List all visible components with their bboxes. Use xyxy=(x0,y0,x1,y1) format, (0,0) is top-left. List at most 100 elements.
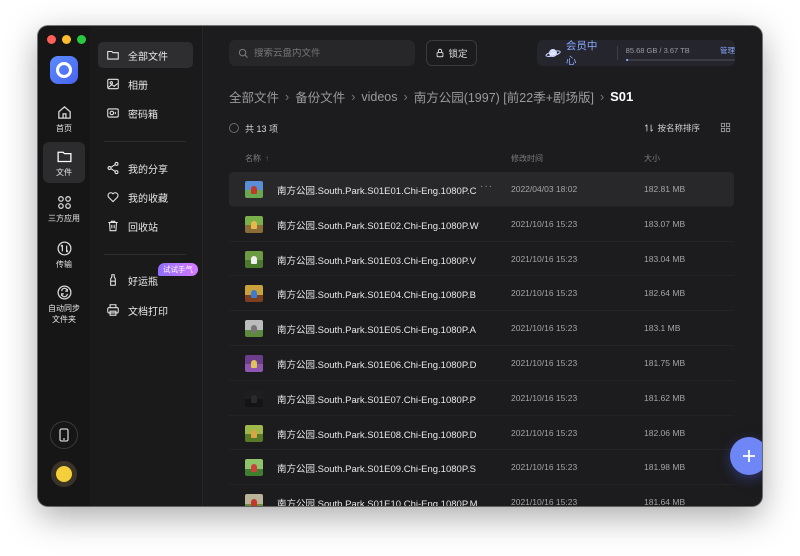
file-size: 181.75 MB xyxy=(644,357,686,368)
more-options-icon[interactable]: ··· xyxy=(480,181,493,192)
breadcrumb-item[interactable]: videos xyxy=(361,90,397,104)
table-row[interactable]: 南方公园.South.Park.S01E10.Chi-Eng.1080P.M 20… xyxy=(229,485,734,506)
breadcrumb-item[interactable]: 南方公园(1997) [前22季+剧场版] xyxy=(414,87,594,106)
breadcrumb-item[interactable]: 全部文件 xyxy=(229,87,279,106)
storage-progress-fill xyxy=(625,59,629,61)
vip-center-label: 会员中心 xyxy=(565,40,598,67)
sidebar-item-print[interactable]: 文档打印 xyxy=(98,297,193,323)
sidebar-item-favorites[interactable]: 我的收藏 xyxy=(98,184,193,210)
table-row[interactable]: 南方公园.South.Park.S01E01.Chi-Eng.1080P.C ··… xyxy=(229,172,734,207)
phone-icon xyxy=(59,428,69,442)
item-count: 共 13 项 xyxy=(245,123,279,134)
file-size: 183.04 MB xyxy=(644,253,686,264)
column-header-size[interactable]: 大小 xyxy=(644,153,660,164)
video-thumbnail xyxy=(245,424,263,442)
file-name[interactable]: 南方公园.South.Park.S01E04.Chi-Eng.1080P.B xyxy=(277,287,479,301)
zoom-window-button[interactable] xyxy=(77,35,86,44)
video-thumbnail xyxy=(245,459,263,477)
table-row[interactable]: 南方公园.South.Park.S01E09.Chi-Eng.1080P.S 20… xyxy=(229,450,734,486)
file-size: 181.62 MB xyxy=(644,392,686,403)
rail-item-files[interactable]: 文件 xyxy=(43,142,85,183)
file-name[interactable]: 南方公园.South.Park.S01E01.Chi-Eng.1080P.C xyxy=(277,183,479,197)
column-header-mtime[interactable]: 修改时间 xyxy=(511,153,543,164)
add-button[interactable] xyxy=(730,437,762,475)
folder-icon xyxy=(107,50,119,60)
home-icon xyxy=(57,105,71,119)
sidebar-item-my-shares[interactable]: 我的分享 xyxy=(98,155,193,181)
search-box[interactable] xyxy=(229,40,415,66)
select-all-checkbox[interactable] xyxy=(229,123,239,133)
rail-item-apps[interactable]: 三方应用 xyxy=(43,188,85,229)
app-logo xyxy=(50,56,78,84)
mobile-device-button[interactable] xyxy=(50,421,78,449)
try-luck-badge[interactable]: 试试手气 xyxy=(158,263,198,276)
sidebar-item-photos[interactable]: 相册 xyxy=(98,71,193,97)
sidebar: 全部文件 相册 密码箱 我的分享 我的收藏 回收站 好运瓶 试试手气 文档打印 xyxy=(90,26,203,506)
table-row[interactable]: 南方公园.South.Park.S01E07.Chi-Eng.1080P.P 20… xyxy=(229,381,734,416)
file-modified-time: 2021/10/16 15:23 xyxy=(511,218,578,229)
table-row[interactable]: 南方公园.South.Park.S01E02.Chi-Eng.1080P.W 20… xyxy=(229,207,734,242)
file-size: 183.1 MB xyxy=(644,323,681,334)
file-name[interactable]: 南方公园.South.Park.S01E10.Chi-Eng.1080P.M xyxy=(277,496,479,506)
sidebar-item-all-files[interactable]: 全部文件 xyxy=(98,42,193,68)
rail-item-transfer[interactable]: 传输 xyxy=(43,234,85,275)
apps-icon xyxy=(57,196,71,209)
table-row[interactable]: 南方公园.South.Park.S01E03.Chi-Eng.1080P.V 20… xyxy=(229,242,734,277)
file-modified-time: 2021/10/16 15:23 xyxy=(511,253,578,264)
sync-folder-icon xyxy=(56,285,72,300)
close-window-button[interactable] xyxy=(47,35,56,44)
file-size: 182.06 MB xyxy=(644,427,686,438)
table-row[interactable]: 南方公园.South.Park.S01E05.Chi-Eng.1080P.A 20… xyxy=(229,311,734,346)
file-name[interactable]: 南方公园.South.Park.S01E08.Chi-Eng.1080P.D xyxy=(277,427,479,441)
rail-item-label: 传输 xyxy=(56,260,72,269)
breadcrumb-separator: › xyxy=(351,89,356,104)
table-row[interactable]: 南方公园.South.Park.S01E04.Chi-Eng.1080P.B 20… xyxy=(229,276,734,312)
table-row[interactable]: 南方公园.South.Park.S01E08.Chi-Eng.1080P.D 20… xyxy=(229,416,734,451)
sort-icon xyxy=(645,124,654,132)
grid-view-icon[interactable] xyxy=(720,122,731,133)
video-thumbnail xyxy=(245,285,263,303)
rail-item-label: 文件 xyxy=(56,168,72,177)
photo-icon xyxy=(107,78,119,90)
file-name[interactable]: 南方公园.South.Park.S01E06.Chi-Eng.1080P.D xyxy=(277,357,479,371)
sidebar-item-label: 文档打印 xyxy=(128,306,168,318)
file-name[interactable]: 南方公园.South.Park.S01E07.Chi-Eng.1080P.P xyxy=(277,392,479,406)
main-panel: 锁定 会员中心 85.68 GB / 3.67 TB 管理 全部文件 › 备份文件… xyxy=(203,26,762,506)
transfer-icon xyxy=(56,241,72,256)
video-thumbnail xyxy=(245,494,263,506)
storage-text: 85.68 GB / 3.67 TB xyxy=(625,46,690,55)
file-modified-time: 2021/10/16 15:23 xyxy=(511,357,578,368)
share-icon xyxy=(107,161,119,175)
sidebar-item-label: 我的分享 xyxy=(128,164,168,176)
app-window: 首页 文件 三方应用 传输 自动同步 文件夹 全部文件 相册 密码箱 我的分享 … xyxy=(38,26,762,506)
file-name[interactable]: 南方公园.South.Park.S01E05.Chi-Eng.1080P.A xyxy=(277,322,479,336)
rail-item-label: 首页 xyxy=(56,124,72,133)
minimize-window-button[interactable] xyxy=(62,35,71,44)
file-name[interactable]: 南方公园.South.Park.S01E02.Chi-Eng.1080P.W xyxy=(277,218,479,232)
bottle-icon xyxy=(110,274,116,286)
table-row[interactable]: 南方公园.South.Park.S01E06.Chi-Eng.1080P.D 20… xyxy=(229,346,734,381)
sidebar-item-label: 密码箱 xyxy=(128,109,158,121)
video-thumbnail xyxy=(245,215,263,233)
breadcrumb-current: S01 xyxy=(610,89,634,104)
user-avatar[interactable] xyxy=(51,461,77,487)
sort-button[interactable]: 按名称排序 xyxy=(644,122,700,134)
search-input[interactable] xyxy=(254,47,404,59)
sidebar-item-safe[interactable]: 密码箱 xyxy=(98,100,193,126)
sidebar-item-trash[interactable]: 回收站 xyxy=(98,213,193,239)
file-name[interactable]: 南方公园.South.Park.S01E03.Chi-Eng.1080P.V xyxy=(277,253,479,267)
column-header-name[interactable]: 名称 ↑ xyxy=(245,153,269,164)
rail-item-sync-folder[interactable]: 自动同步 文件夹 xyxy=(43,278,85,330)
lock-label: 锁定 xyxy=(448,49,468,60)
rail-item-home[interactable]: 首页 xyxy=(43,98,85,139)
file-size: 181.64 MB xyxy=(644,497,686,506)
folder-icon xyxy=(56,151,72,163)
vip-center[interactable]: 会员中心 85.68 GB / 3.67 TB 管理 xyxy=(537,40,735,67)
lock-icon xyxy=(437,48,444,58)
manage-storage-link[interactable]: 管理 xyxy=(720,45,735,56)
breadcrumb-item[interactable]: 备份文件 xyxy=(295,87,345,106)
trash-icon xyxy=(108,220,118,232)
file-name[interactable]: 南方公园.South.Park.S01E09.Chi-Eng.1080P.S xyxy=(277,461,479,475)
lock-button[interactable]: 锁定 xyxy=(426,40,477,66)
sidebar-item-label: 好运瓶 xyxy=(128,276,158,288)
